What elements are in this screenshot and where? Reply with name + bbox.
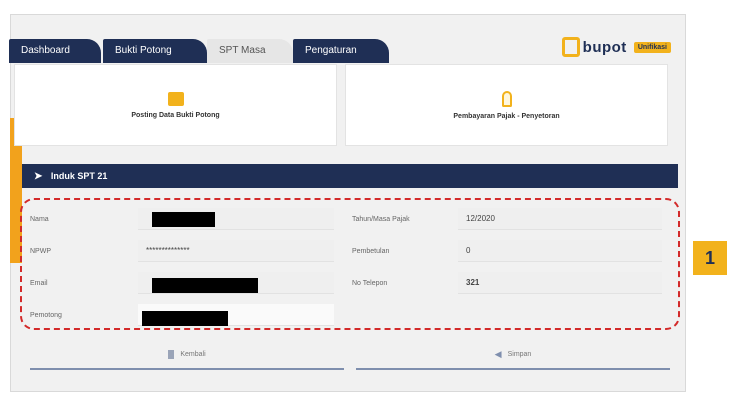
tab-bar: Dashboard Bukti Potong SPT Masa Pengatur… <box>9 39 481 63</box>
back-button-label: Kembali <box>180 350 206 358</box>
section-title: Induk SPT 21 <box>50 171 108 181</box>
save-icon: ◀ <box>494 348 502 359</box>
logo-mark-icon <box>561 37 580 57</box>
tab-bukti-potong[interactable]: Bukti Potong <box>103 39 207 63</box>
card-label: Posting Data Bukti Potong <box>131 111 220 119</box>
section-header: ➤ Induk SPT 21 <box>22 164 678 188</box>
logo-badge: Unifikasi <box>633 41 671 53</box>
action-cards: Posting Data Bukti Potong Pembayaran Paj… <box>14 64 668 146</box>
tab-pengaturan[interactable]: Pengaturan <box>293 39 389 63</box>
back-button[interactable]: Kembali <box>30 340 344 370</box>
folder-icon <box>167 91 184 106</box>
step-marker: 1 <box>693 241 727 275</box>
card-posting[interactable]: Posting Data Bukti Potong <box>14 64 337 146</box>
footer-actions: Kembali ◀ Simpan <box>30 340 670 370</box>
card-label: Pembayaran Pajak - Penyetoran <box>453 112 560 120</box>
person-icon <box>501 90 512 107</box>
tab-dashboard[interactable]: Dashboard <box>9 39 101 63</box>
card-pembayaran[interactable]: Pembayaran Pajak - Penyetoran <box>345 64 668 146</box>
tab-spt-masa[interactable]: SPT Masa <box>207 39 293 63</box>
highlight-outline <box>20 198 680 330</box>
document-icon <box>168 349 175 359</box>
save-button-label: Simpan <box>507 350 532 358</box>
send-icon: ➤ <box>34 171 43 182</box>
app-logo: bupot Unifikasi <box>561 33 671 61</box>
logo-text: bupot <box>582 38 627 56</box>
save-button[interactable]: ◀ Simpan <box>356 340 670 370</box>
